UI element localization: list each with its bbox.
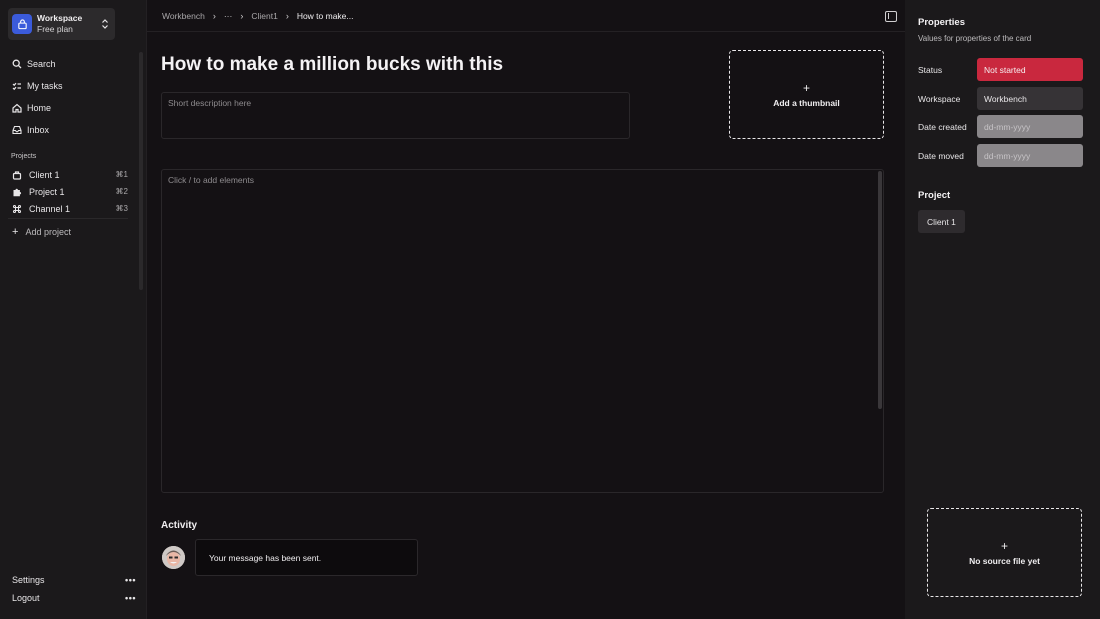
- logout-label: Logout: [12, 593, 40, 603]
- activity-message-text: Your message has been sent.: [209, 552, 322, 563]
- command-icon: [12, 204, 22, 213]
- project-label: Project 1: [29, 186, 65, 197]
- sidebar: Workspace Free plan Search My tasks Home…: [0, 0, 147, 619]
- status-label: Status: [918, 64, 943, 75]
- add-thumbnail-label: Add a thumbnail: [773, 97, 840, 108]
- project-label: Client 1: [29, 169, 60, 180]
- workspace-plan: Free plan: [37, 24, 73, 34]
- tasks-icon: [12, 82, 21, 91]
- properties-title: Properties: [918, 17, 965, 28]
- properties-subtitle: Values for properties of the card: [918, 34, 1032, 43]
- search-icon: [12, 59, 22, 69]
- project-shortcut: ⌘2: [115, 187, 128, 196]
- workspace-name: Workspace: [37, 13, 83, 23]
- project-shortcut: ⌘3: [115, 204, 128, 213]
- project-shortcut: ⌘1: [115, 170, 128, 179]
- nav-item-label: Home: [27, 103, 52, 113]
- more-icon[interactable]: •••: [125, 593, 136, 603]
- editor-scrollbar[interactable]: [878, 171, 882, 409]
- date-moved-property: Date moved dd-mm-yyyy: [918, 144, 1083, 167]
- breadcrumb-current: How to make...: [296, 11, 354, 21]
- description-input[interactable]: Short description here: [161, 92, 630, 139]
- date-created-label: Date created: [918, 121, 967, 132]
- settings-label: Settings: [12, 575, 45, 585]
- workspace-logo-icon: [12, 14, 32, 34]
- nav-item-search[interactable]: Search: [8, 53, 132, 75]
- project-list: Client 1 ⌘1 Project 1 ⌘2 Channel 1 ⌘3: [8, 166, 128, 217]
- sidebar-toggle-icon[interactable]: [885, 11, 897, 22]
- editor-placeholder: Click / to add elements: [168, 175, 254, 185]
- date-created-field[interactable]: dd-mm-yyyy: [977, 115, 1083, 138]
- sidebar-scrollbar[interactable]: [139, 52, 143, 290]
- date-moved-label: Date moved: [918, 150, 964, 161]
- add-thumbnail-button[interactable]: + Add a thumbnail: [729, 50, 884, 139]
- home-icon: [12, 103, 22, 113]
- card-title[interactable]: How to make a million bucks with this: [161, 54, 503, 76]
- settings-item[interactable]: Settings •••: [12, 575, 136, 585]
- breadcrumb-root[interactable]: Workbench: [162, 11, 205, 21]
- briefcase-icon: [12, 170, 22, 180]
- workspace-label: Workspace: [918, 93, 961, 104]
- date-moved-field[interactable]: dd-mm-yyyy: [977, 144, 1083, 167]
- activity-message: Your message has been sent.: [195, 539, 418, 576]
- source-file-label: No source file yet: [969, 555, 1040, 566]
- status-select[interactable]: Not started: [977, 58, 1083, 81]
- chevron-right-icon: ›: [212, 11, 216, 21]
- plus-icon: +: [12, 226, 19, 238]
- workspace-switcher[interactable]: Workspace Free plan: [8, 8, 115, 40]
- sidebar-item-project-1[interactable]: Project 1 ⌘2: [8, 183, 128, 200]
- more-icon[interactable]: •••: [125, 575, 136, 585]
- status-property: Status Not started: [918, 58, 1083, 81]
- project-chip[interactable]: Client 1: [918, 210, 965, 233]
- chevron-right-icon: ›: [285, 11, 289, 21]
- workspace-property: Workspace Workbench: [918, 87, 1083, 110]
- add-project-label: Add project: [25, 227, 71, 237]
- workspace-select[interactable]: Workbench: [977, 87, 1083, 110]
- project-label: Channel 1: [29, 203, 71, 214]
- sidebar-divider: [8, 218, 128, 219]
- plus-icon: +: [802, 80, 810, 95]
- logout-item[interactable]: Logout •••: [12, 593, 136, 603]
- plus-icon: +: [1000, 538, 1008, 553]
- nav-item-label: Search: [27, 59, 56, 69]
- nav-item-my-tasks[interactable]: My tasks: [8, 75, 132, 97]
- sidebar-item-channel-1[interactable]: Channel 1 ⌘3: [8, 200, 128, 217]
- nav-item-inbox[interactable]: Inbox: [8, 119, 132, 141]
- projects-section-label: Projects: [11, 153, 37, 160]
- nav-item-label: My tasks: [27, 81, 63, 91]
- breadcrumb-parent[interactable]: Client1: [251, 11, 277, 21]
- activity-heading: Activity: [161, 520, 198, 531]
- top-bar: Workbench › ··· › Client1 › How to make.…: [147, 0, 905, 32]
- avatar: [162, 546, 185, 569]
- chevron-right-icon: ›: [240, 11, 244, 21]
- puzzle-icon: [13, 188, 22, 196]
- nav-item-label: Inbox: [27, 125, 50, 135]
- content-editor[interactable]: Click / to add elements: [161, 169, 884, 493]
- sidebar-item-client-1[interactable]: Client 1 ⌘1: [8, 166, 128, 183]
- properties-panel: Properties Values for properties of the …: [905, 0, 1100, 619]
- add-project-button[interactable]: + Add project: [12, 226, 71, 238]
- main-nav: Search My tasks Home Inbox: [8, 53, 132, 141]
- nav-item-home[interactable]: Home: [8, 97, 132, 119]
- source-file-dropzone[interactable]: + No source file yet: [927, 508, 1082, 597]
- date-created-property: Date created dd-mm-yyyy: [918, 115, 1083, 138]
- inbox-icon: [12, 125, 22, 135]
- project-heading: Project: [918, 190, 951, 201]
- breadcrumb: Workbench › ··· › Client1 › How to make.…: [162, 11, 354, 21]
- breadcrumb-ellipsis[interactable]: ···: [224, 11, 233, 21]
- chevron-up-down-icon: [102, 19, 108, 29]
